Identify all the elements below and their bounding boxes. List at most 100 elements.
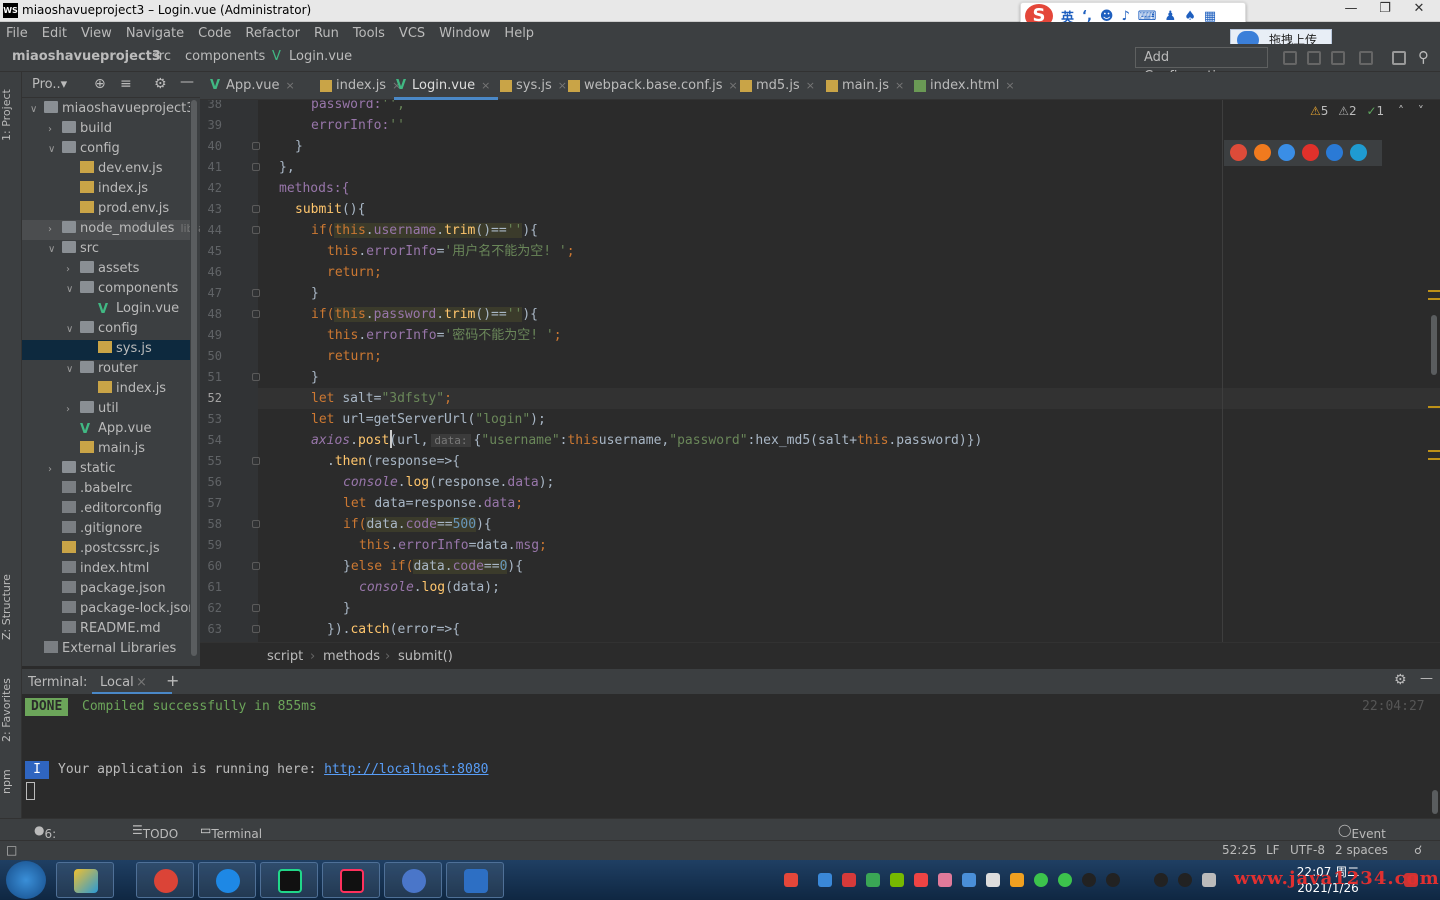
tree-item[interactable]: .editorconfig (48, 499, 162, 519)
chevron-down-icon[interactable]: ∨ (30, 100, 44, 120)
tree-item[interactable]: package.json (48, 579, 166, 599)
taskbar-webstorm[interactable] (260, 862, 318, 898)
menu-edit[interactable]: Edit (42, 26, 67, 41)
close-icon[interactable]: × (285, 79, 294, 92)
taskbar-intellij[interactable] (322, 862, 380, 898)
tray-nvidia-icon[interactable] (890, 873, 904, 887)
debug-icon[interactable] (1307, 51, 1321, 65)
close-icon[interactable]: × (806, 79, 815, 92)
crumb-submit[interactable]: submit() (398, 649, 453, 664)
tree-item[interactable]: prod.env.js (66, 199, 169, 219)
tree-item[interactable]: sys.js (84, 339, 152, 359)
tray-qq4-icon[interactable] (1178, 873, 1192, 887)
tree-item[interactable]: .gitignore (48, 519, 142, 539)
tray-icon-10[interactable] (1010, 873, 1024, 887)
line-separator[interactable]: LF (1266, 843, 1280, 857)
taskbar-app-3[interactable] (198, 862, 256, 898)
fold-marker-icon[interactable] (252, 457, 260, 465)
tray-wechat-icon[interactable] (1034, 873, 1048, 887)
taskbar-app-7[interactable] (446, 862, 504, 898)
chevron-down-icon[interactable]: ∨ (48, 140, 62, 160)
fold-marker-icon[interactable] (252, 604, 260, 612)
tree-item[interactable]: dev.env.js (66, 159, 163, 179)
tab-login-vue[interactable]: V Login.vue × (394, 72, 498, 100)
taskbar-app-6[interactable] (384, 862, 442, 898)
tree-item[interactable]: V App.vue (66, 419, 151, 439)
tree-item[interactable]: › assets (66, 259, 139, 279)
menu-file[interactable]: File (6, 26, 28, 41)
close-icon[interactable]: × (481, 79, 490, 92)
hide-icon[interactable]: — (180, 74, 194, 90)
project-view-selector[interactable]: Pro..▾ (32, 77, 67, 92)
tab-app-vue[interactable]: V App.vue × (208, 72, 318, 100)
side-tab-structure[interactable]: Z: Structure (0, 567, 22, 647)
breadcrumb-project[interactable]: miaoshavueproject3 (12, 49, 161, 64)
layout-toggle-icon[interactable]: □ (6, 843, 17, 857)
tree-item[interactable]: main.js (66, 439, 145, 459)
fold-marker-icon[interactable] (252, 289, 260, 297)
chrome-icon[interactable] (1230, 144, 1247, 161)
coverage-icon[interactable] (1331, 51, 1345, 65)
tab-md5-js[interactable]: md5.js × (738, 72, 824, 100)
edge-icon[interactable] (1350, 144, 1367, 161)
inspection-widget[interactable]: ⚠5 ⚠2 ✓1 ˄ ˅ (1310, 104, 1424, 118)
tree-item[interactable]: README.md (48, 619, 161, 639)
tree-item[interactable]: index.js (84, 379, 166, 399)
tray-icon-6[interactable] (914, 873, 928, 887)
chevron-right-icon[interactable]: › (48, 120, 62, 140)
close-button[interactable]: ✕ (1402, 0, 1436, 20)
problems-tab[interactable]: ● 6: Problems (34, 823, 100, 855)
tray-icon-7[interactable] (938, 873, 952, 887)
tray-icon-8[interactable] (962, 873, 976, 887)
chevron-down-icon[interactable]: ∨ (66, 320, 80, 340)
crumb-methods[interactable]: methods (323, 649, 380, 664)
locate-icon[interactable]: ⊕ (94, 76, 106, 92)
chevron-right-icon[interactable]: › (48, 460, 62, 480)
code-editor[interactable]: 38 39 40 41 42 43 44 45 46 47 48 49 50 51 52 53 54 55 56 57… (200, 100, 1440, 642)
file-encoding[interactable]: UTF-8 (1290, 843, 1325, 857)
new-terminal-button[interactable]: + (166, 671, 179, 690)
terminal-tab-local[interactable]: Local × (92, 669, 172, 695)
taskbar-chrome[interactable] (136, 862, 194, 898)
tree-item[interactable]: .babelrc (48, 479, 132, 499)
collapse-all-icon[interactable]: ≡ (120, 76, 132, 92)
menu-refactor[interactable]: Refactor (245, 26, 300, 41)
search-icon[interactable]: ⚲ (1418, 48, 1429, 66)
fold-marker-icon[interactable] (252, 562, 260, 570)
tray-wechat2-icon[interactable] (1058, 873, 1072, 887)
tree-item[interactable]: ∨ config (48, 139, 120, 159)
fold-marker-icon[interactable] (252, 520, 260, 528)
tray-icon-9[interactable] (986, 873, 1000, 887)
tree-item[interactable]: External Libraries (30, 639, 176, 659)
tab-index-js[interactable]: index.js × (318, 72, 401, 100)
tree-item[interactable]: ∨ config (66, 319, 138, 339)
project-scrollbar[interactable] (190, 100, 198, 660)
terminal-scrollbar[interactable] (1432, 790, 1438, 814)
tab-sys-js[interactable]: sys.js × (498, 72, 567, 100)
chevron-down-icon[interactable]: ∨ (48, 240, 62, 260)
fold-marker-icon[interactable] (252, 205, 260, 213)
tray-shield-icon[interactable] (866, 873, 880, 887)
lock-icon[interactable]: ☌ (1414, 843, 1422, 857)
chevron-right-icon[interactable]: › (48, 220, 62, 240)
hide-icon[interactable]: — (1420, 671, 1433, 686)
editor-scroll-markers[interactable] (1426, 100, 1440, 642)
tree-item[interactable]: index.html (48, 559, 149, 579)
fold-marker-icon[interactable] (252, 310, 260, 318)
gear-icon[interactable]: ⚙ (154, 76, 167, 92)
tree-item[interactable]: › util (66, 399, 119, 419)
tree-item[interactable]: ∨ miaoshavueproject3 (30, 99, 195, 119)
opera-icon[interactable] (1302, 144, 1319, 161)
line-gutter[interactable]: 38 39 40 41 42 43 44 45 46 47 48 49 50 51 52 53 54 55 56 57… (200, 100, 260, 642)
terminal-tab[interactable]: ▭ Terminal (200, 823, 262, 841)
volume-icon[interactable] (1202, 873, 1216, 887)
tree-item[interactable]: › build (48, 119, 112, 139)
start-button[interactable] (6, 861, 46, 899)
chevron-right-icon[interactable]: › (66, 400, 80, 420)
todo-tab[interactable]: ☰ TODO (132, 823, 178, 841)
close-icon[interactable]: × (729, 79, 738, 92)
tab-index-html[interactable]: index.html × (912, 72, 1015, 100)
tree-item[interactable]: package-lock.json (48, 599, 197, 619)
tray-qq3-icon[interactable] (1154, 873, 1168, 887)
menu-navigate[interactable]: Navigate (126, 26, 184, 41)
